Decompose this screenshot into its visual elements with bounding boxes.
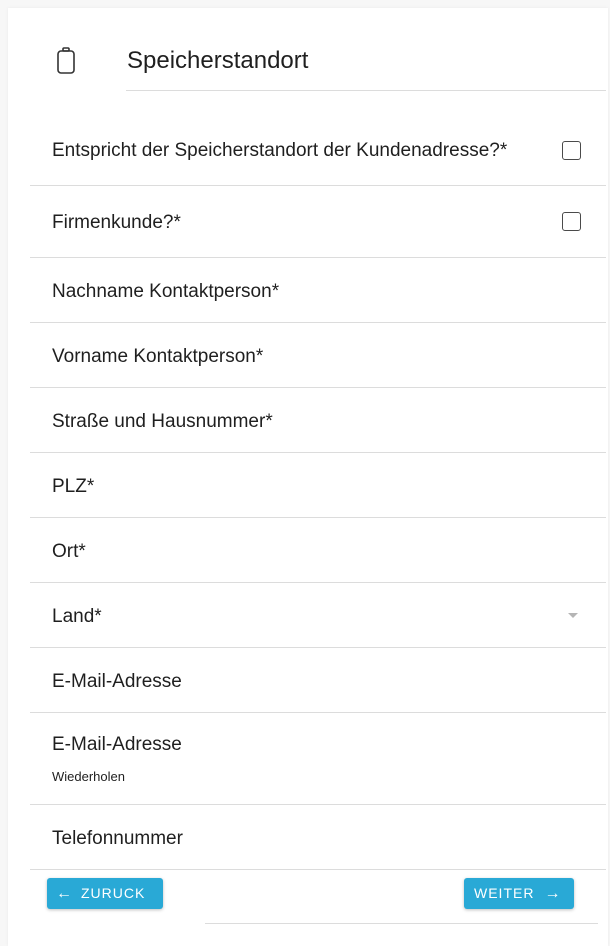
email-repeat-label: E-Mail-Adresse	[52, 734, 182, 755]
email-repeat-sublabel: Wiederholen	[52, 769, 125, 784]
city-label: Ort*	[52, 541, 86, 562]
email-repeat-field[interactable]: E-Mail-Adresse Wiederholen	[30, 713, 606, 805]
business-customer-checkbox[interactable]	[562, 212, 581, 231]
zip-field[interactable]: PLZ*	[30, 453, 606, 518]
street-label: Straße und Hausnummer*	[52, 411, 273, 432]
phone-field[interactable]: Telefonnummer	[30, 805, 606, 870]
dropdown-arrow-icon	[568, 613, 578, 618]
email-label: E-Mail-Adresse	[52, 671, 182, 692]
last-name-field[interactable]: Nachname Kontaktperson*	[30, 258, 606, 323]
next-button-label: WEITER	[474, 885, 535, 901]
storage-location-form: Speicherstandort Entspricht der Speicher…	[8, 8, 608, 946]
business-customer-label: Firmenkunde?*	[52, 212, 181, 233]
same-address-checkbox[interactable]	[562, 141, 581, 160]
last-name-label: Nachname Kontaktperson*	[52, 281, 280, 302]
footer-divider	[205, 923, 598, 924]
first-name-field[interactable]: Vorname Kontaktperson*	[30, 323, 606, 388]
arrow-left-icon: ←	[56, 884, 73, 902]
page-title: Speicherstandort	[127, 47, 309, 74]
same-address-label: Entspricht der Speicherstandort der Kund…	[52, 140, 508, 161]
same-address-row[interactable]: Entspricht der Speicherstandort der Kund…	[30, 122, 606, 186]
street-field[interactable]: Straße und Hausnummer*	[30, 388, 606, 453]
back-button-label: ZURUCK	[81, 885, 146, 901]
next-button[interactable]: WEITER →	[464, 878, 574, 909]
first-name-label: Vorname Kontaktperson*	[52, 346, 264, 367]
back-button[interactable]: ← ZURUCK	[47, 878, 163, 909]
email-field[interactable]: E-Mail-Adresse	[30, 648, 606, 713]
header-divider	[126, 90, 606, 91]
arrow-right-icon: →	[544, 884, 562, 902]
business-customer-row[interactable]: Firmenkunde?*	[30, 186, 606, 258]
zip-label: PLZ*	[52, 476, 95, 497]
battery-icon	[57, 47, 75, 74]
city-field[interactable]: Ort*	[30, 518, 606, 583]
country-label: Land*	[52, 606, 102, 627]
country-select[interactable]: Land*	[30, 583, 606, 648]
form-header: Speicherstandort	[8, 8, 608, 92]
phone-label: Telefonnummer	[52, 828, 183, 849]
